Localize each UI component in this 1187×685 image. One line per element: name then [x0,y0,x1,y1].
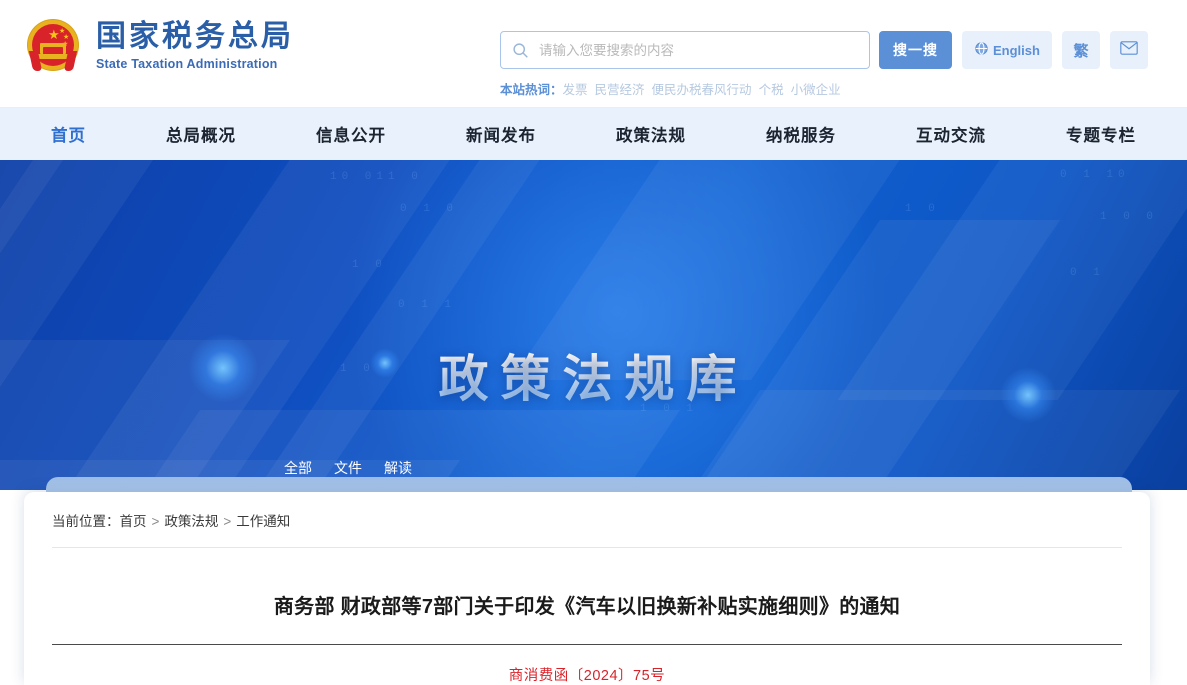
header-hotword[interactable]: 个税 [759,83,784,97]
document-number: 商消费函〔2024〕75号 [24,645,1150,685]
header-hotword[interactable]: 民营经济 [595,83,645,97]
banner-binary-pattern: 10 011 0 0 1 0 1 0 0 1 1 1 0 0 1 10 1 0 … [0,160,1187,490]
header-hotword[interactable]: 发票 [563,83,588,97]
mail-button[interactable] [1110,31,1148,69]
header-search-button[interactable]: 搜一搜 [879,31,952,69]
brand-title-cn: 国家税务总局 [96,20,294,54]
nav-item-interaction[interactable]: 互动交流 [876,122,1026,146]
site-brand[interactable]: ★ ★ ★ ★ ★ 国家税务总局 State Taxation Administ… [24,17,294,75]
header-search-box[interactable] [500,31,870,69]
header-search-area: 搜一搜 English 繁 [500,31,1148,69]
nav-item-disclosure[interactable]: 信息公开 [276,122,426,146]
document-title: 商务部 财政部等7部门关于印发《汽车以旧换新补贴实施细则》的通知 [24,548,1150,622]
header-search-input[interactable] [539,33,869,67]
breadcrumb: 当前位置：首页 > 政策法规 > 工作通知 [24,492,1150,531]
traditional-chinese-button[interactable]: 繁 [1062,31,1100,69]
breadcrumb-separator: > [223,514,231,529]
search-icon [501,42,539,59]
nav-item-home[interactable]: 首页 [11,122,126,146]
header-hotword[interactable]: 便民办税春风行动 [652,83,752,97]
nav-item-news[interactable]: 新闻发布 [426,122,576,146]
nav-item-overview[interactable]: 总局概况 [126,122,276,146]
nav-item-topics[interactable]: 专题专栏 [1026,122,1176,146]
national-emblem-icon: ★ ★ ★ ★ ★ [24,17,82,75]
nav-item-policy[interactable]: 政策法规 [576,122,726,146]
content-card: 当前位置：首页 > 政策法规 > 工作通知 商务部 财政部等7部门关于印发《汽车以旧换新… [24,492,1150,685]
breadcrumb-label: 当前位置： [52,514,120,529]
breadcrumb-item-policy[interactable]: 政策法规 [164,514,218,529]
globe-icon [974,41,989,59]
policy-banner: 10 011 0 0 1 0 1 0 0 1 1 1 0 0 1 10 1 0 … [0,160,1187,490]
brand-title-en: State Taxation Administration [96,56,294,72]
banner-title: 政策法规库 [0,339,1187,411]
header-hotword[interactable]: 小微企业 [791,83,841,97]
main-navigation: 首页 总局概况 信息公开 新闻发布 政策法规 纳税服务 互动交流 专题专栏 [0,108,1187,160]
language-english-button[interactable]: English [962,31,1052,69]
breadcrumb-separator: > [152,514,160,529]
nav-item-services[interactable]: 纳税服务 [726,122,876,146]
breadcrumb-item-notice[interactable]: 工作通知 [236,514,290,529]
site-header: ★ ★ ★ ★ ★ 国家税务总局 State Taxation Administ… [0,0,1187,108]
header-hotwords: 本站热词：发票民营经济便民办税春风行动个税小微企业 [500,82,848,98]
language-english-label: English [993,43,1040,58]
header-hotwords-label: 本站热词： [500,83,563,97]
breadcrumb-item-home[interactable]: 首页 [120,514,147,529]
envelope-icon [1120,41,1138,59]
